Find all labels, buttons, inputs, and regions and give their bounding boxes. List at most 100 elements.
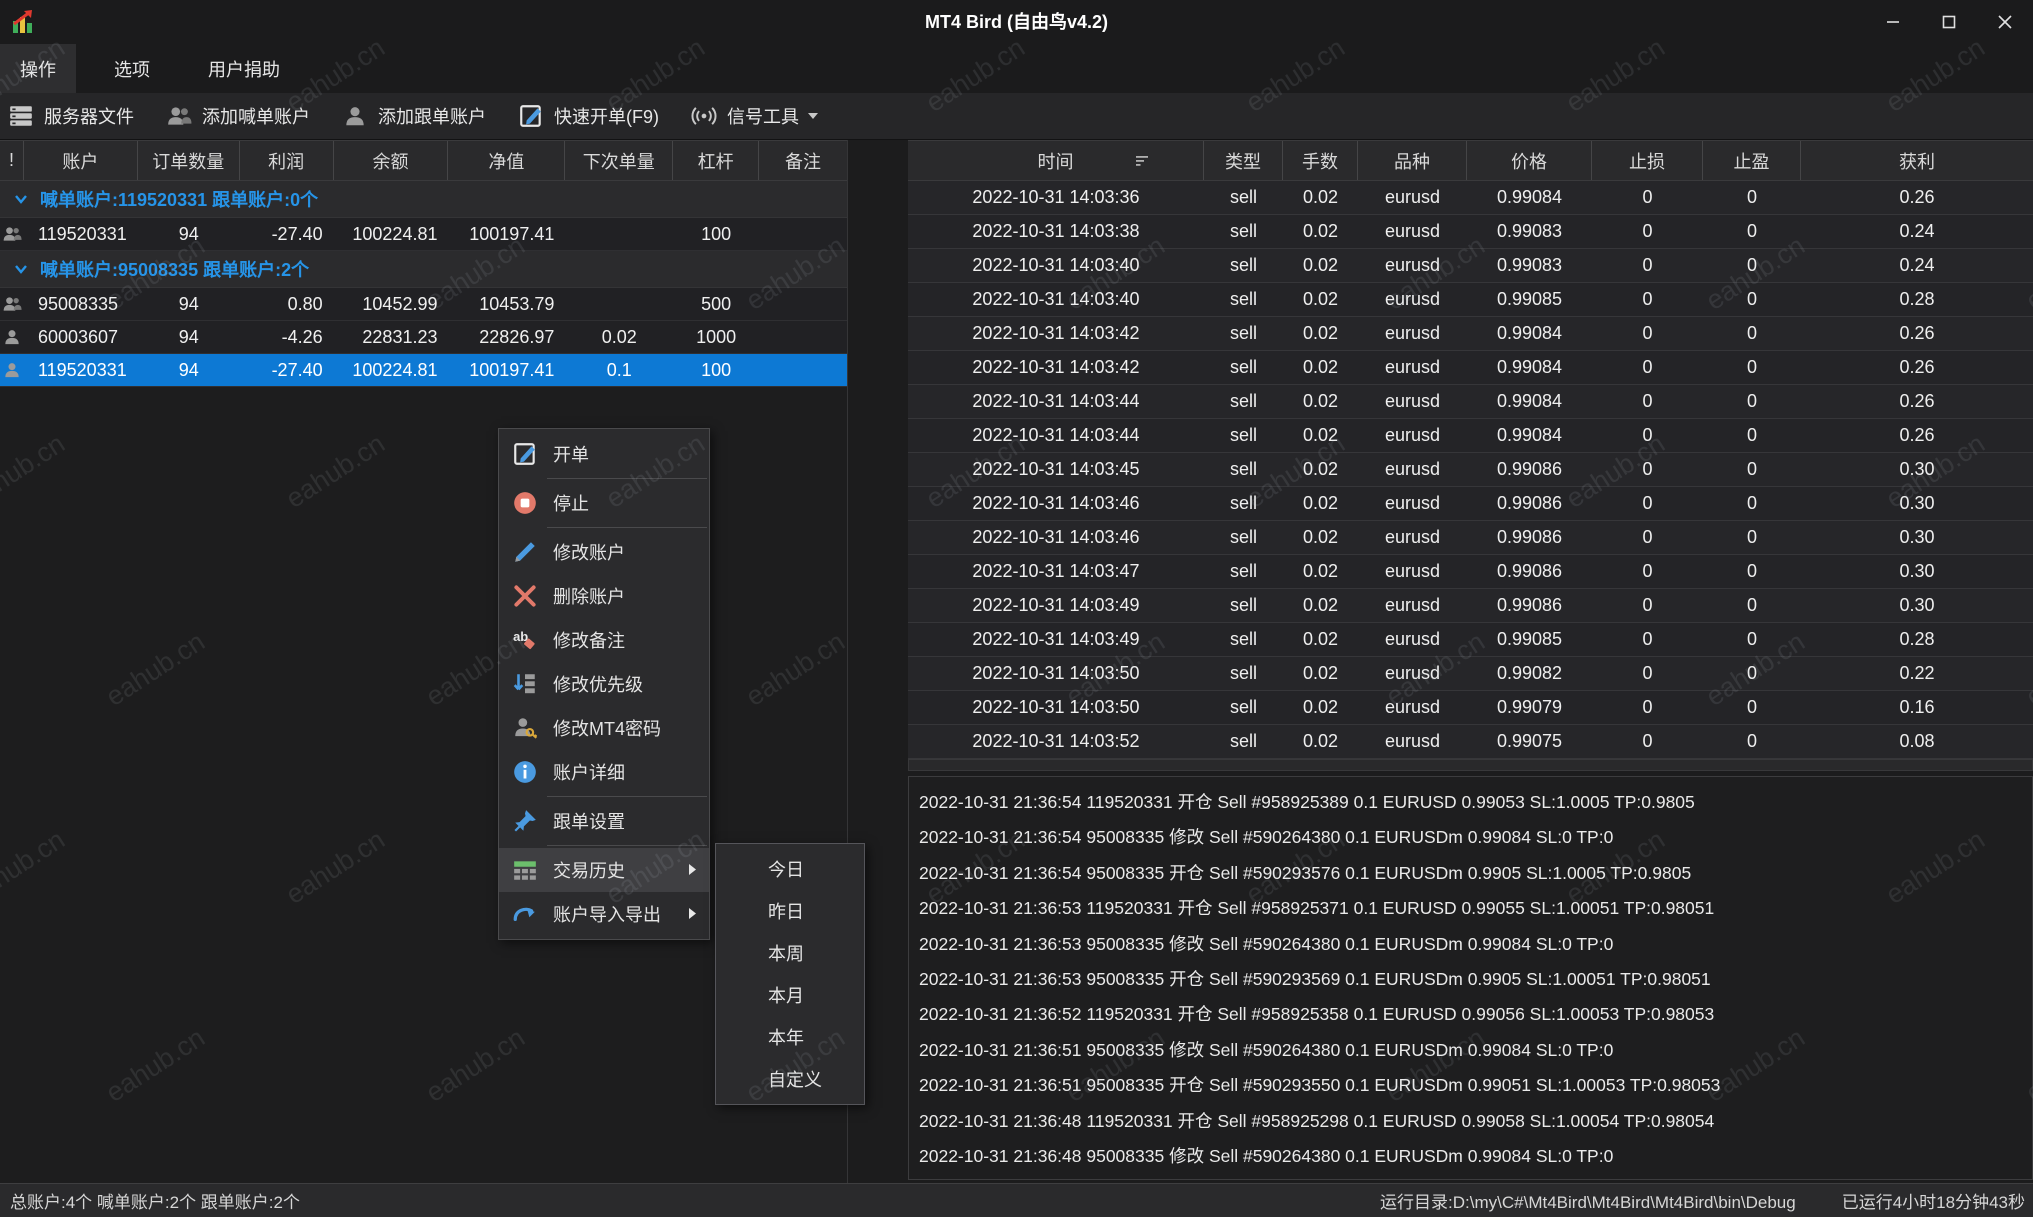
close-button[interactable] [1977,0,2033,44]
order-row[interactable]: 2022-10-31 14:03:50sell0.02eurusd0.99082… [908,657,2033,691]
accounts-header-7[interactable]: 下次单量 [565,141,673,180]
account-row[interactable]: 95008335940.8010452.9910453.79500 [0,288,847,321]
toolbar-button-2[interactable]: 添加喊单账户 [164,103,310,129]
accounts-header-2[interactable]: 账户 [24,141,138,180]
orders-header-4[interactable]: 品种 [1358,141,1467,180]
toolbar-button-3[interactable]: 添加跟单账户 [340,103,486,129]
account-group-row[interactable]: 喊单账户:119520331 跟单账户:0个 [0,181,847,218]
order-row[interactable]: 2022-10-31 14:03:50sell0.02eurusd0.99079… [908,691,2033,725]
order-cell-3: 0.02 [1283,385,1358,418]
order-cell-8: 0.08 [1801,725,2033,758]
account-cell-balance: 100224.81 [334,218,449,250]
order-cell-4: eurusd [1358,691,1467,724]
context-menu-item-5[interactable]: ab 修改备注 [499,618,709,662]
account-row[interactable]: 11952033194-27.40100224.81100197.410.110… [0,354,847,387]
context-menu-item-1[interactable]: 开单 [499,432,709,476]
account-row[interactable]: 11952033194-27.40100224.81100197.41100 [0,218,847,251]
account-cell-orders: 94 [138,218,240,250]
orders-header-label: 品种 [1394,148,1430,174]
menubar-item-2[interactable]: 选项 [94,44,170,93]
orders-header-8[interactable]: 获利 [1801,141,2033,180]
accounts-header-6[interactable]: 净值 [448,141,565,180]
context-menu-item-8[interactable]: 账户详细 [499,750,709,794]
orders-header-5[interactable]: 价格 [1467,141,1592,180]
submenu-item-4[interactable]: 本月 [716,974,864,1016]
orders-header-3[interactable]: 手数 [1283,141,1358,180]
minimize-button[interactable] [1865,0,1921,44]
accounts-header-1[interactable]: ! [0,141,24,180]
signal-icon [691,103,717,129]
context-menu-item-11[interactable]: 账户导入导出 [499,892,709,936]
log-line: 2022-10-31 21:36:48 95008335 修改 Sell #59… [919,1139,2032,1174]
order-row[interactable]: 2022-10-31 14:03:45sell0.02eurusd0.99086… [908,453,2033,487]
orders-header-6[interactable]: 止损 [1592,141,1703,180]
order-cell-3: 0.02 [1283,555,1358,588]
toolbar-button-1[interactable]: 服务器文件 [6,103,134,129]
orders-header-2[interactable]: 类型 [1204,141,1283,180]
order-row[interactable]: 2022-10-31 14:03:42sell0.02eurusd0.99084… [908,351,2033,385]
accounts-header-5[interactable]: 余额 [334,141,449,180]
accounts-header-4[interactable]: 利润 [240,141,334,180]
account-cell-equity: 100197.41 [448,354,565,386]
user-icon [2,360,22,380]
submenu-item-5[interactable]: 本年 [716,1016,864,1058]
password-icon [512,715,538,741]
order-row[interactable]: 2022-10-31 14:03:42sell0.02eurusd0.99084… [908,317,2033,351]
order-cell-2: sell [1204,555,1283,588]
order-cell-2: sell [1204,385,1283,418]
order-cell-3: 0.02 [1283,589,1358,622]
order-row[interactable]: 2022-10-31 14:03:44sell0.02eurusd0.99084… [908,385,2033,419]
order-cell-7: 0 [1703,385,1801,418]
context-menu-item-4[interactable]: 删除账户 [499,574,709,618]
order-cell-1: 2022-10-31 14:03:42 [908,317,1204,350]
order-row[interactable]: 2022-10-31 14:03:40sell0.02eurusd0.99083… [908,249,2033,283]
order-cell-7: 0 [1703,351,1801,384]
order-cell-4: eurusd [1358,589,1467,622]
orders-header-1[interactable]: 时间 [908,141,1204,180]
context-menu-item-6[interactable]: 修改优先级 [499,662,709,706]
toolbar-button-4[interactable]: 快速开单(F9) [516,103,659,129]
account-cell-icon [0,218,24,250]
submenu-item-3[interactable]: 本周 [716,932,864,974]
order-row[interactable]: 2022-10-31 14:03:36sell0.02eurusd0.99084… [908,181,2033,215]
order-row[interactable]: 2022-10-31 14:03:49sell0.02eurusd0.99086… [908,589,2033,623]
order-row[interactable]: 2022-10-31 14:03:46sell0.02eurusd0.99086… [908,521,2033,555]
context-menu-item-10[interactable]: 交易历史 [499,848,709,892]
context-menu-item-7[interactable]: 修改MT4密码 [499,706,709,750]
context-menu-item-9[interactable]: 跟单设置 [499,799,709,843]
add-follower-account-icon [342,103,368,129]
accounts-header-3[interactable]: 订单数量 [138,141,240,180]
account-cell-icon [0,288,24,320]
accounts-header-9[interactable]: 备注 [759,141,847,180]
order-row[interactable]: 2022-10-31 14:03:38sell0.02eurusd0.99083… [908,215,2033,249]
menubar-item-3[interactable]: 用户捐助 [188,44,300,93]
order-cell-2: sell [1204,181,1283,214]
order-cell-2: sell [1204,487,1283,520]
order-row[interactable]: 2022-10-31 14:03:52sell0.02eurusd0.99075… [908,725,2033,759]
order-row[interactable]: 2022-10-31 14:03:46sell0.02eurusd0.99086… [908,487,2033,521]
account-cell-note [759,354,847,386]
account-group-row[interactable]: 喊单账户:95008335 跟单账户:2个 [0,251,847,288]
submenu-item-6[interactable]: 自定义 [716,1058,864,1100]
accounts-header-8[interactable]: 杠杆 [673,141,759,180]
orders-horizontal-scrollbar[interactable] [908,759,2033,771]
menubar-item-1[interactable]: 操作 [0,44,76,93]
maximize-button[interactable] [1921,0,1977,44]
submenu-item-2[interactable]: 昨日 [716,890,864,932]
order-row[interactable]: 2022-10-31 14:03:49sell0.02eurusd0.99085… [908,623,2033,657]
order-row[interactable]: 2022-10-31 14:03:40sell0.02eurusd0.99085… [908,283,2033,317]
account-cell-balance: 10452.99 [334,288,449,320]
order-cell-3: 0.02 [1283,657,1358,690]
log-line: 2022-10-31 21:36:53 119520331 开仓 Sell #9… [919,891,2032,926]
order-cell-2: sell [1204,623,1283,656]
orders-header-7[interactable]: 止盈 [1703,141,1801,180]
context-menu-item-3[interactable]: 修改账户 [499,530,709,574]
order-row[interactable]: 2022-10-31 14:03:44sell0.02eurusd0.99084… [908,419,2033,453]
submenu-item-1[interactable]: 今日 [716,848,864,890]
toolbar-button-5[interactable]: 信号工具 [689,103,819,129]
account-group-label: 喊单账户:119520331 跟单账户:0个 [40,186,318,212]
order-cell-1: 2022-10-31 14:03:49 [908,623,1204,656]
account-row[interactable]: 6000360794-4.2622831.2322826.970.021000 [0,321,847,354]
context-menu-item-2[interactable]: 停止 [499,481,709,525]
order-row[interactable]: 2022-10-31 14:03:47sell0.02eurusd0.99086… [908,555,2033,589]
